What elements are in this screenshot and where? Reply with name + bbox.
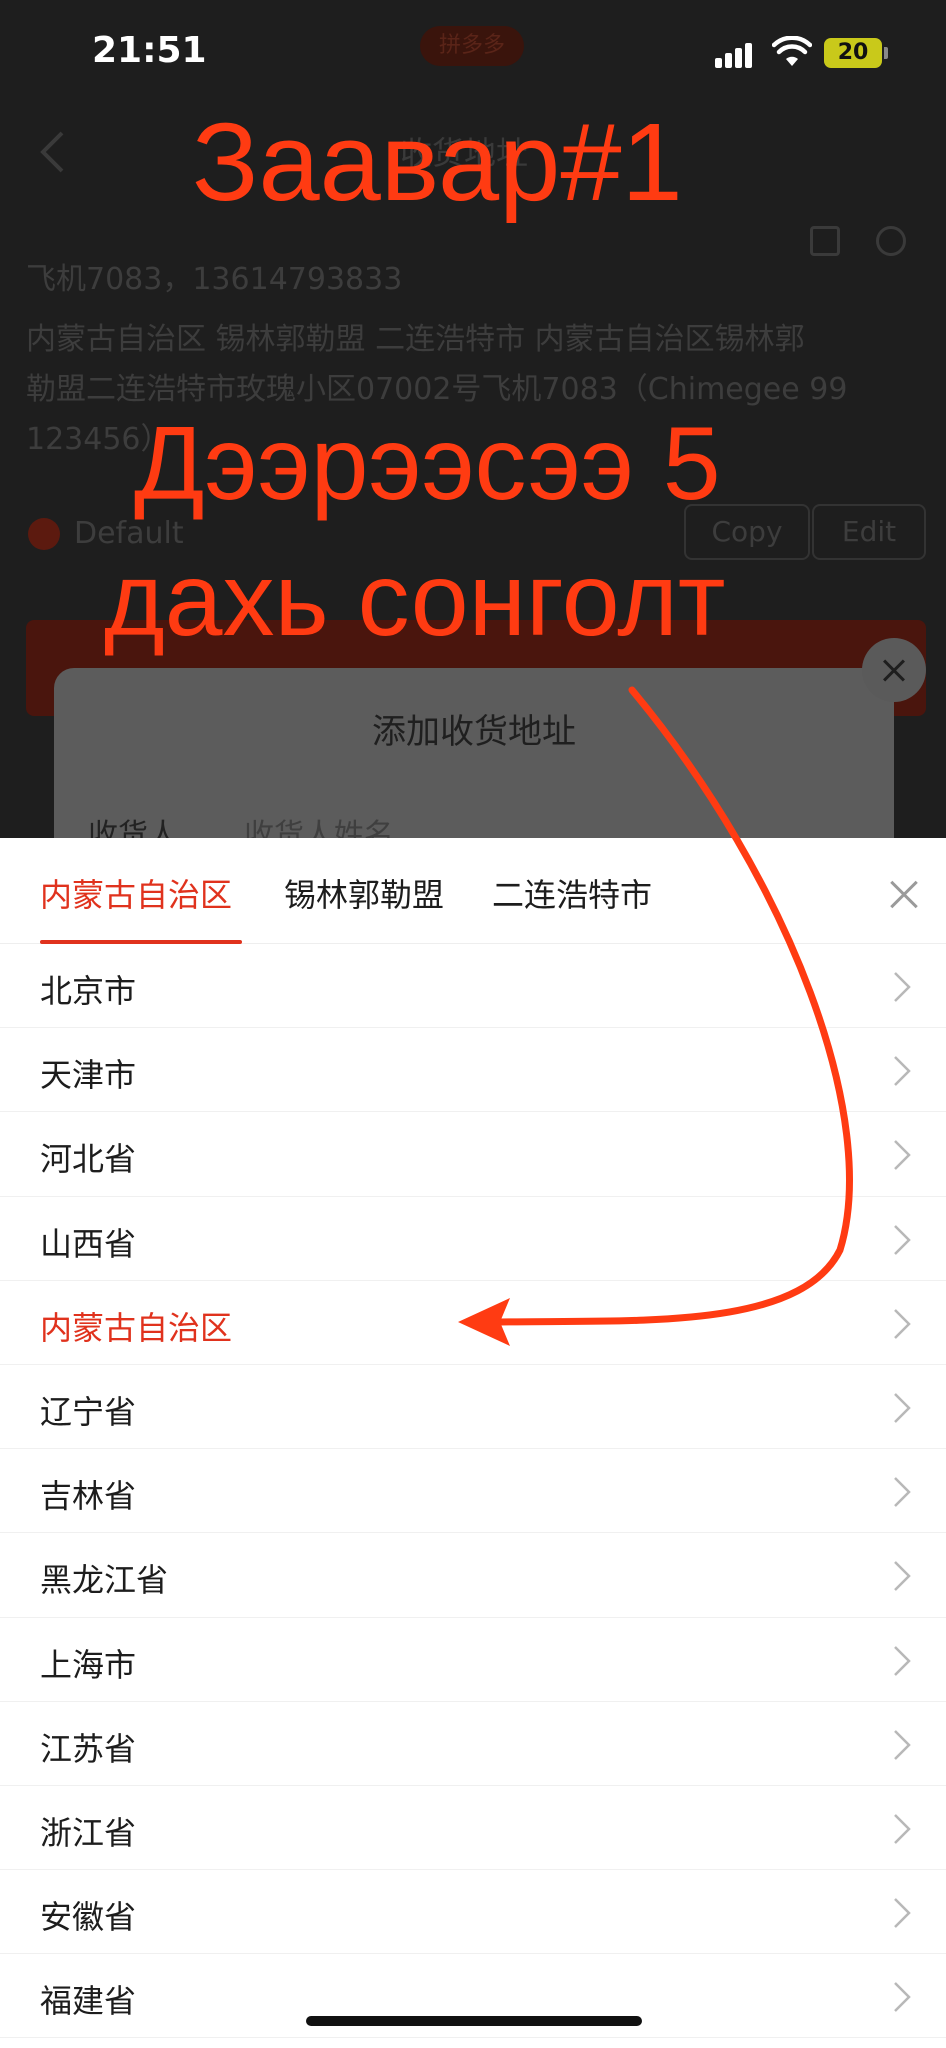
region-picker: 内蒙古自治区 锡林郭勒盟 二连浩特市 北京市 天津市 河北省 山西省 内蒙古自治区 辽宁省… (0, 838, 946, 2048)
province-list-item[interactable]: 吉林省 (0, 1449, 946, 1534)
cellular-signal-icon (715, 40, 761, 68)
tab-prefecture[interactable]: 锡林郭勒盟 (284, 870, 444, 916)
chevron-right-icon (894, 1982, 911, 2013)
home-indicator (306, 2016, 642, 2026)
address-line: 内蒙古自治区 锡林郭勒盟 二连浩特市 内蒙古自治区锡林郭 (26, 322, 805, 357)
province-label: 内蒙古自治区 (40, 1308, 233, 1347)
battery-icon: 20 (824, 38, 888, 68)
chevron-right-icon (894, 1729, 911, 1760)
overlay-line-1: Дээрээсээ 5 (134, 406, 721, 522)
search-icon[interactable] (810, 226, 840, 256)
overlay-line-2: дахь сонголт (104, 542, 726, 658)
recipient-line: 飞机7083，13614793833 (26, 262, 403, 297)
province-list-item[interactable]: 辽宁省 (0, 1365, 946, 1450)
province-label: 吉林省 (40, 1477, 137, 1516)
status-bar: 21:51 拼多多 20 (0, 0, 946, 100)
status-time: 21:51 (92, 30, 207, 71)
modal-close-icon[interactable] (862, 638, 926, 702)
province-label: 江苏省 (40, 1729, 137, 1768)
chevron-right-icon (894, 1140, 911, 1171)
modal-title: 添加收货地址 (372, 712, 576, 752)
province-label: 天津市 (40, 1056, 137, 1095)
chevron-right-icon (894, 1898, 911, 1928)
province-label: 辽宁省 (40, 1392, 137, 1431)
chevron-right-icon (894, 972, 911, 1002)
province-list-item[interactable]: 山西省 (0, 1197, 946, 1281)
province-list-item[interactable]: 天津市 (0, 1028, 946, 1113)
address-line: 勒盟二连浩特市玫瑰小区07002号飞机7083（Chimegee 99 (26, 372, 848, 407)
chevron-right-icon (894, 1645, 911, 1676)
province-label: 北京市 (40, 972, 137, 1010)
province-list-item[interactable]: 上海市 (0, 1618, 946, 1702)
province-label: 安徽省 (40, 1898, 137, 1937)
close-icon[interactable] (886, 876, 922, 912)
chevron-right-icon (894, 1393, 911, 1423)
province-list-item[interactable]: 浙江省 (0, 1786, 946, 1871)
province-list: 北京市天津市河北省山西省内蒙古自治区 辽宁省吉林省黑龙江省上海市江苏省浙江省安徽省… (0, 944, 946, 2039)
province-label: 黑龙江省 (40, 1561, 169, 1600)
edit-button[interactable]: Edit (812, 504, 926, 560)
chevron-right-icon (894, 1477, 911, 1508)
province-label: 福建省 (40, 1982, 137, 2021)
back-chevron-icon[interactable] (38, 130, 66, 174)
region-tabs: 内蒙古自治区 锡林郭勒盟 二连浩特市 (0, 838, 946, 944)
province-list-item[interactable]: 江苏省 (0, 1702, 946, 1786)
province-label: 浙江省 (40, 1813, 137, 1852)
province-list-item[interactable]: 河北省 (0, 1112, 946, 1197)
chevron-right-icon (894, 1056, 911, 1087)
overlay-heading: Заавар#1 (192, 101, 683, 224)
tab-province[interactable]: 内蒙古自治区 (40, 870, 232, 916)
chevron-right-icon (894, 1561, 911, 1592)
wifi-icon (772, 36, 812, 66)
chevron-right-icon (894, 1224, 911, 1255)
province-label: 上海市 (40, 1645, 137, 1684)
province-list-item[interactable]: 内蒙古自治区 (0, 1281, 946, 1365)
chevron-right-icon (894, 1308, 911, 1339)
chevron-right-icon (894, 1813, 911, 1844)
province-list-item[interactable]: 北京市 (0, 944, 946, 1029)
province-label: 山西省 (40, 1224, 137, 1263)
more-icon[interactable] (876, 226, 906, 256)
default-check-icon[interactable] (28, 518, 60, 550)
province-label: 河北省 (40, 1140, 137, 1179)
province-list-item[interactable]: 黑龙江省 (0, 1533, 946, 1618)
tab-city[interactable]: 二连浩特市 (492, 870, 652, 916)
province-list-item[interactable]: 安徽省 (0, 1870, 946, 1955)
status-app-pill: 拼多多 (420, 26, 524, 66)
